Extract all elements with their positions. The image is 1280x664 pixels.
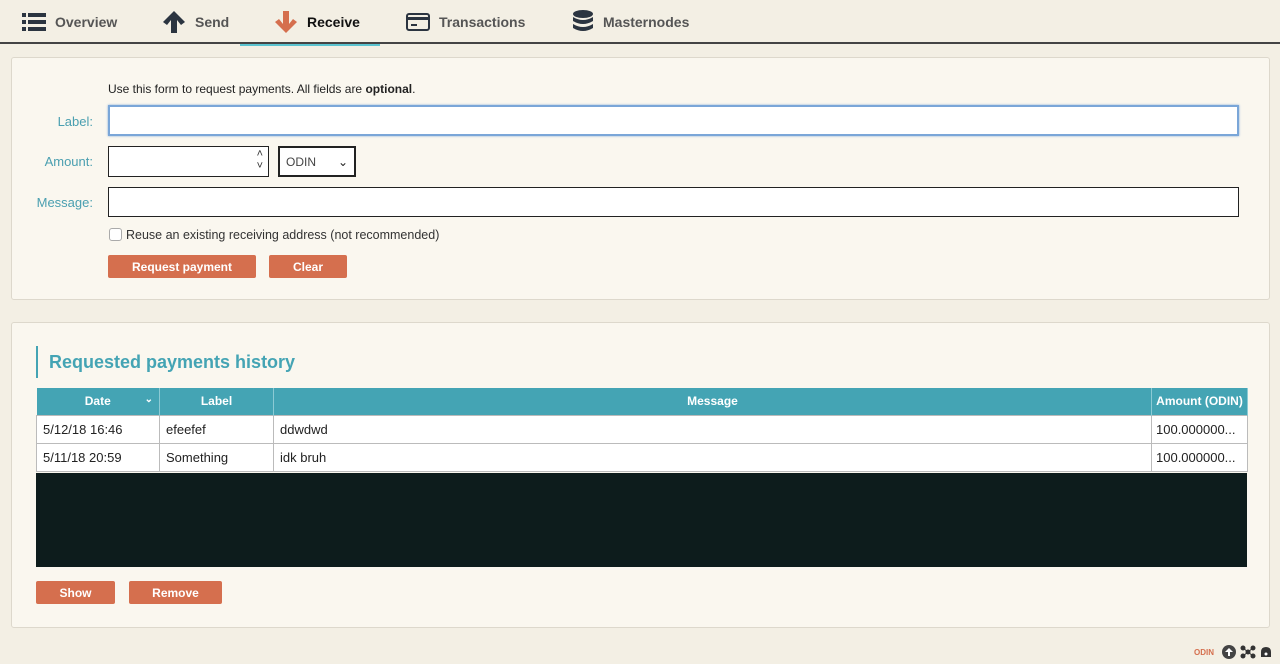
- unit-select[interactable]: ODIN ⌄: [278, 146, 356, 177]
- tab-label: Overview: [55, 14, 118, 30]
- tab-receive[interactable]: Receive: [240, 0, 380, 46]
- history-panel: Requested payments history Date ⌄ Label M…: [11, 322, 1270, 628]
- tab-transactions[interactable]: Transactions: [406, 0, 525, 44]
- status-bar: ODIN: [1194, 645, 1272, 659]
- cell-message: idk bruh: [273, 442, 1152, 472]
- tab-send[interactable]: Send: [162, 0, 229, 44]
- table-row[interactable]: 5/12/18 16:46 efeefef ddwdwd 100.000000.…: [36, 414, 1248, 444]
- remove-button[interactable]: Remove: [129, 581, 222, 604]
- reuse-address-checkbox[interactable]: [109, 228, 122, 241]
- cell-amount: 100.000000...: [1151, 414, 1248, 444]
- sync-status-icon: [1222, 645, 1236, 659]
- history-table: Date ⌄ Label Message Amount (ODIN) 5/12/1…: [36, 388, 1248, 472]
- list-icon: [22, 13, 46, 31]
- cell-message: ddwdwd: [273, 414, 1152, 444]
- sort-desc-icon: ⌄: [144, 394, 153, 406]
- label-label: Label:: [57, 114, 93, 129]
- clear-button[interactable]: Clear: [269, 255, 347, 278]
- tab-label: Send: [195, 14, 230, 30]
- table-row[interactable]: 5/11/18 20:59 Something idk bruh 100.000…: [36, 442, 1248, 472]
- column-header-amount[interactable]: Amount (ODIN): [1151, 388, 1248, 415]
- request-payment-button[interactable]: Request payment: [108, 255, 256, 278]
- tab-label: Transactions: [439, 14, 526, 30]
- unit-indicator[interactable]: ODIN: [1194, 648, 1214, 657]
- arrow-down-icon: [275, 11, 297, 33]
- network-icon: [1240, 645, 1256, 659]
- tab-label: Masternodes: [603, 14, 690, 30]
- column-header-message[interactable]: Message: [273, 388, 1152, 415]
- label-input[interactable]: [108, 105, 1239, 136]
- database-icon: [573, 10, 593, 31]
- request-form-panel: Use this form to request payments. All f…: [11, 57, 1270, 300]
- spinner-arrows-icon[interactable]: ˄ ˅: [257, 148, 263, 172]
- amount-label: Amount:: [44, 154, 93, 169]
- amount-input[interactable]: ˄ ˅: [108, 146, 269, 177]
- cell-label: efeefef: [159, 414, 274, 444]
- lock-icon: [1261, 647, 1271, 657]
- chevron-down-icon: ⌄: [337, 154, 348, 169]
- tab-label: Receive: [307, 14, 360, 30]
- cell-date: 5/11/18 20:59: [36, 442, 160, 472]
- show-button[interactable]: Show: [36, 581, 115, 604]
- cell-date: 5/12/18 16:46: [36, 414, 160, 444]
- column-header-date[interactable]: Date ⌄: [36, 388, 160, 415]
- form-intro: Use this form to request payments. All f…: [108, 82, 416, 96]
- reuse-address-label[interactable]: Reuse an existing receiving address (not…: [126, 228, 439, 242]
- table-empty-area: [36, 473, 1247, 567]
- column-header-label[interactable]: Label: [159, 388, 274, 415]
- nav-bar: Overview Send Receive Transactions Maste…: [0, 0, 1280, 46]
- tab-overview[interactable]: Overview: [22, 0, 117, 44]
- tab-masternodes[interactable]: Masternodes: [572, 0, 689, 44]
- cell-amount: 100.000000...: [1151, 442, 1248, 472]
- cell-label: Something: [159, 442, 274, 472]
- arrow-up-icon: [163, 11, 185, 33]
- message-label: Message:: [36, 195, 93, 210]
- message-input[interactable]: [108, 187, 1239, 217]
- history-title: Requested payments history: [36, 346, 295, 378]
- card-icon: [406, 13, 430, 31]
